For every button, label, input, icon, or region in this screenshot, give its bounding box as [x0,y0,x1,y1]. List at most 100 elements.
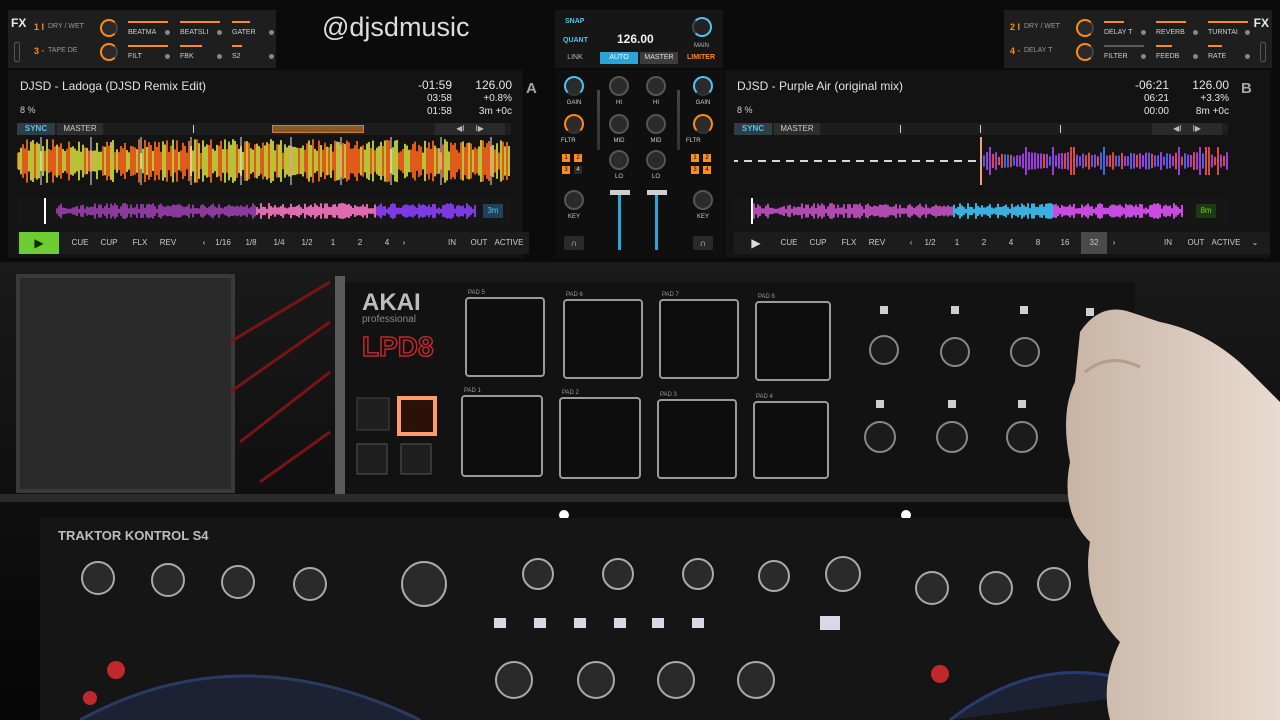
filter-knob-a[interactable] [564,114,584,134]
loop-prev-icon[interactable]: ‹ [906,232,916,254]
overview-waveform[interactable] [734,198,1228,224]
loop-in-button[interactable]: IN [1158,232,1178,254]
channel-fader-a[interactable] [618,192,621,250]
loop-size-selected[interactable]: 32 [1081,232,1107,254]
hi-eq-knob-b[interactable] [646,76,666,96]
play-button[interactable]: ▶ [736,232,776,254]
waveform-overview[interactable]: 3m [17,198,511,224]
fx-knob[interactable] [100,43,118,61]
loop-prev-icon[interactable]: ‹ [199,232,209,254]
key-knob-b[interactable] [693,190,713,210]
loop-next-icon[interactable]: › [399,232,409,254]
loop-size[interactable]: 2 [973,232,995,254]
limiter-button[interactable]: LIMITER [682,52,720,64]
loop-active-button[interactable]: ACTIVE [493,232,525,254]
loop-out-button[interactable]: OUT [1184,232,1208,254]
fx-assign-1[interactable]: 1 [691,154,699,162]
fx-slot[interactable]: REVERB [1154,16,1200,40]
snap-button[interactable]: SNAP [565,18,584,25]
fx-toggle[interactable] [14,42,20,62]
fx-knob[interactable] [1076,43,1094,61]
master-button[interactable]: MASTER [640,52,678,64]
master-tempo[interactable]: 126.00 [617,32,654,46]
play-button[interactable]: ▶ [19,232,59,254]
fx-assign-3[interactable]: 3 [562,166,570,174]
quant-button[interactable]: QUANT [563,37,588,44]
sync-button[interactable]: SYNC [17,123,55,135]
key-knob-a[interactable] [564,190,584,210]
dry-wet-knob[interactable] [1076,19,1094,37]
loop-size[interactable]: 4 [376,232,398,254]
loop-size[interactable]: 1 [322,232,344,254]
dry-wet-knob[interactable] [100,19,118,37]
auto-button[interactable]: AUTO [600,52,638,64]
loop-size[interactable]: 1/4 [266,232,292,254]
filter-knob-b[interactable] [693,114,713,134]
cup-button[interactable]: CUP [95,232,123,254]
flux-button[interactable]: FLX [127,232,153,254]
flux-button[interactable]: FLX [836,232,862,254]
channel-fader-b[interactable] [655,192,658,250]
loop-size[interactable]: 1/8 [238,232,264,254]
loop-size[interactable]: 1/2 [294,232,320,254]
fx-assign-2[interactable]: 2 [574,154,582,162]
loop-size[interactable]: 2 [349,232,371,254]
main-volume-knob[interactable] [692,17,712,37]
fx-slot[interactable]: BEATSLI [178,16,224,40]
overview-waveform[interactable] [17,198,511,224]
loop-in-button[interactable]: IN [442,232,462,254]
loop-size[interactable]: 4 [1000,232,1022,254]
fx-slot[interactable]: S2 [230,40,276,64]
loop-active-button[interactable]: ACTIVE [1210,232,1242,254]
beatjump-arrows[interactable]: ◀I I▶ [1152,123,1222,135]
hi-eq-knob-a[interactable] [609,76,629,96]
cue-button[interactable]: CUE [67,232,93,254]
chevron-down-icon[interactable]: ⌄ [1246,232,1264,254]
fx-slot[interactable]: FILTER [1102,40,1148,64]
waveform-main[interactable] [17,137,511,185]
fader-cap[interactable] [610,190,630,195]
fx-assign-1[interactable]: 1 [562,154,570,162]
cup-button[interactable]: CUP [804,232,832,254]
loop-next-icon[interactable]: › [1109,232,1119,254]
link-button[interactable]: LINK [559,52,591,64]
fx-assign-4[interactable]: 4 [574,166,582,174]
mid-eq-knob-a[interactable] [609,114,629,134]
master-button[interactable]: MASTER [774,123,820,135]
loop-size[interactable]: 1/16 [210,232,236,254]
master-button[interactable]: MASTER [57,123,103,135]
sync-button[interactable]: SYNC [734,123,772,135]
reverse-button[interactable]: REV [864,232,890,254]
loop-region[interactable] [272,125,364,133]
loop-size[interactable]: 8 [1027,232,1049,254]
mid-eq-knob-b[interactable] [646,114,666,134]
loop-size[interactable]: 16 [1054,232,1076,254]
lo-eq-knob-b[interactable] [646,150,666,170]
beatjump-arrows[interactable]: ◀I I▶ [435,123,505,135]
waveform-main[interactable] [734,137,1228,185]
headphone-cue-icon[interactable]: ∩ [564,236,584,250]
headphone-cue-icon[interactable]: ∩ [693,236,713,250]
reverse-button[interactable]: REV [155,232,181,254]
fx-slot[interactable]: FILT [126,40,172,64]
loop-size[interactable]: 1/2 [918,232,942,254]
gain-knob-b[interactable] [693,76,713,96]
fx-assign-2[interactable]: 2 [703,154,711,162]
gain-knob-a[interactable] [564,76,584,96]
fx-slot[interactable]: FBK [178,40,224,64]
fx-assign-3[interactable]: 3 [691,166,699,174]
fader-cap[interactable] [647,190,667,195]
fx-slot[interactable]: TURNTAI [1206,16,1252,40]
fx-slot[interactable]: RATE [1206,40,1252,64]
fx-slot[interactable]: DELAY T [1102,16,1148,40]
fx-assign-4[interactable]: 4 [703,166,711,174]
cue-button[interactable]: CUE [776,232,802,254]
loop-size[interactable]: 1 [946,232,968,254]
fx-slot[interactable]: GATER [230,16,276,40]
lo-eq-knob-a[interactable] [609,150,629,170]
fx-slot[interactable]: BEATMA [126,16,172,40]
waveform-overview[interactable]: 8m [734,198,1228,224]
fx-slot[interactable]: FEEDB [1154,40,1200,64]
fx-toggle[interactable] [1260,42,1266,62]
loop-out-button[interactable]: OUT [467,232,491,254]
